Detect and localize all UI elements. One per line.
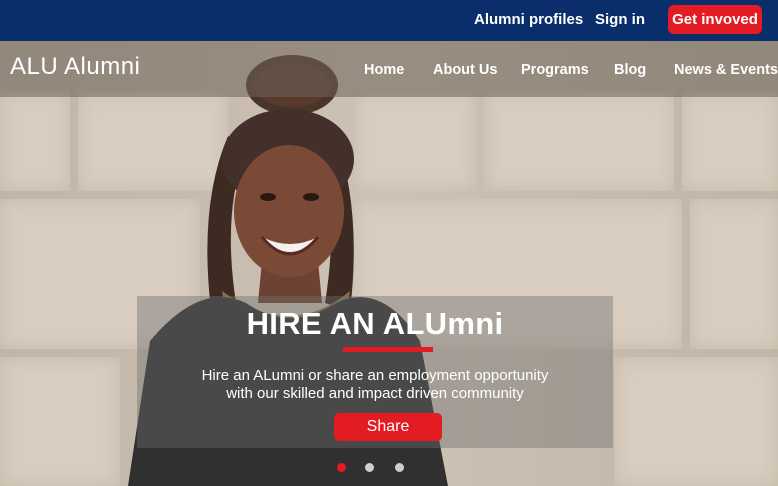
nav-blog[interactable]: Blog <box>614 62 646 78</box>
carousel-dot-2[interactable] <box>365 463 374 472</box>
alu-alumni-logo[interactable]: ALU Alumni <box>10 53 140 81</box>
nav-home[interactable]: Home <box>364 62 404 78</box>
hero-description: Hire an ALumni or share an employment op… <box>137 367 613 403</box>
nav-programs[interactable]: Programs <box>521 62 589 78</box>
nav-news-events[interactable]: News & Events <box>674 62 778 78</box>
carousel-dot-3[interactable] <box>395 463 404 472</box>
main-navbar: ALU Alumni Home About Us Programs Blog N… <box>0 41 778 97</box>
alumni-profiles-link[interactable]: Alumni profiles <box>474 11 583 28</box>
top-utility-bar: Alumni profiles Sign in Get invoved <box>0 0 778 42</box>
hero-description-line-2: with our skilled and impact driven commu… <box>226 385 524 402</box>
hero-description-line-1: Hire an ALumni or share an employment op… <box>201 367 549 384</box>
carousel-dot-1[interactable] <box>337 463 346 472</box>
get-involved-button[interactable]: Get invoved <box>668 5 762 34</box>
hero-banner: ALU Alumni Home About Us Programs Blog N… <box>0 41 778 486</box>
share-button[interactable]: Share <box>334 413 442 441</box>
title-underline <box>343 347 433 352</box>
hero-title: HIRE AN ALUmni <box>246 306 504 341</box>
nav-about-us[interactable]: About Us <box>433 62 497 78</box>
sign-in-link[interactable]: Sign in <box>595 11 645 28</box>
hero-caption-box: HIRE AN ALUmni Hire an ALumni or share a… <box>137 296 613 448</box>
